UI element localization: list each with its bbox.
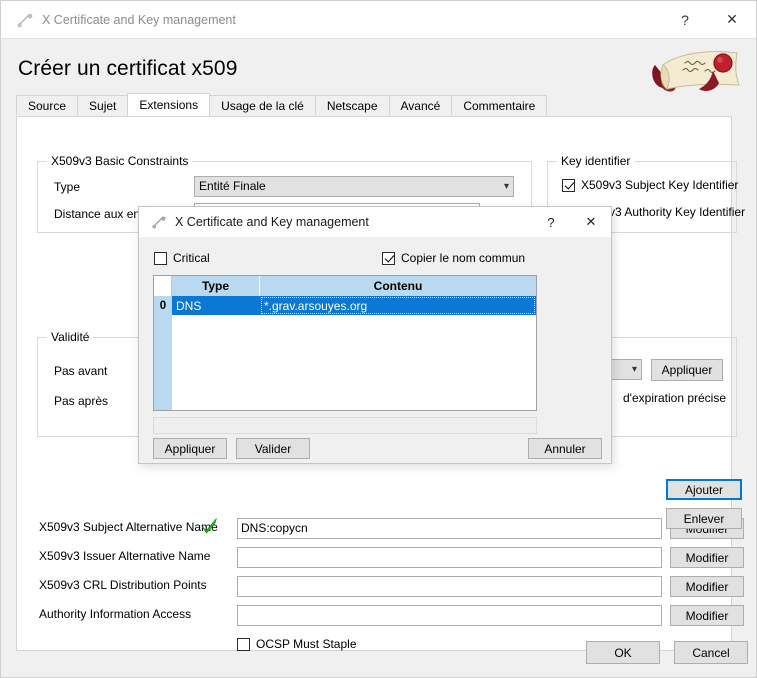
aia-label: Authority Information Access [39, 607, 192, 621]
table-corner-header [154, 276, 172, 296]
tab-extensions[interactable]: Extensions [127, 93, 211, 116]
table-cell-type[interactable] [172, 315, 260, 334]
key-feather-icon [151, 214, 167, 230]
crl-input[interactable] [237, 576, 662, 597]
group-basic-constraints-title: X509v3 Basic Constraints [47, 154, 193, 168]
table-row[interactable]: 0 DNS *.grav.arsouyes.org [154, 296, 536, 315]
modal-copy-common-name-checkbox[interactable]: Copier le nom commun [382, 251, 525, 265]
ian-label: X509v3 Issuer Alternative Name [39, 549, 211, 563]
san-label: X509v3 Subject Alternative Name [39, 520, 218, 534]
aia-modify-button[interactable]: Modifier [670, 605, 744, 626]
table-row-index: 0 [154, 296, 172, 315]
tab-sujet[interactable]: Sujet [77, 95, 129, 115]
table-cell-type[interactable] [172, 372, 260, 391]
ok-button[interactable]: OK [586, 641, 660, 664]
crl-label: X509v3 CRL Distribution Points [39, 578, 207, 592]
table-row-empty[interactable] [154, 315, 536, 334]
cancel-button[interactable]: Cancel [674, 641, 748, 664]
table-cell-type[interactable]: DNS [172, 296, 260, 315]
table-row-index [154, 315, 172, 334]
crl-modify-button[interactable]: Modifier [670, 576, 744, 597]
modal-apply-button[interactable]: Appliquer [153, 438, 227, 459]
tab-source[interactable]: Source [16, 95, 79, 115]
tab-strip: Source Sujet Extensions Usage de la clé … [16, 93, 732, 116]
table-header-contenu[interactable]: Contenu [260, 276, 536, 296]
table-row-empty[interactable] [154, 353, 536, 372]
modal-add-button[interactable]: Ajouter [666, 479, 742, 500]
window-titlebar: X Certificate and Key management ? ✕ [1, 1, 756, 38]
ian-input[interactable] [237, 547, 662, 568]
table-cell-contenu[interactable] [260, 372, 536, 391]
aia-input[interactable] [237, 605, 662, 626]
modal-help-button[interactable]: ? [531, 207, 571, 238]
table-row-index [154, 353, 172, 372]
table-row-empty[interactable] [154, 334, 536, 353]
table-header-row: Type Contenu [154, 276, 536, 296]
modal-remove-button[interactable]: Enlever [666, 508, 742, 529]
tab-avance[interactable]: Avancé [388, 95, 453, 115]
window-close-button[interactable]: ✕ [708, 1, 756, 38]
modal-status-bar [153, 417, 537, 434]
tab-netscape[interactable]: Netscape [314, 95, 390, 115]
modal-critical-checkbox[interactable]: Critical [154, 251, 210, 265]
validity-not-before-label: Pas avant [54, 364, 108, 378]
checkbox-icon [562, 178, 575, 192]
table-cell-contenu[interactable]: *.grav.arsouyes.org [260, 296, 536, 315]
table-row-empty[interactable] [154, 391, 536, 410]
alternative-name-table[interactable]: Type Contenu 0 DNS *.grav.arsouyes.org [153, 275, 537, 411]
window-title: X Certificate and Key management [42, 12, 236, 27]
basic-constraints-type-value: Entité Finale [199, 179, 266, 193]
validity-not-after-label: Pas après [54, 394, 109, 408]
modal-titlebar: X Certificate and Key management ? ✕ [139, 207, 611, 238]
modal-cancel-button[interactable]: Annuler [528, 438, 602, 459]
table-cell-contenu[interactable] [260, 391, 536, 410]
table-cell-contenu[interactable] [260, 315, 536, 334]
basic-constraints-type-label: Type [54, 180, 81, 194]
table-cell-contenu[interactable] [260, 353, 536, 372]
window-help-button[interactable]: ? [662, 1, 708, 38]
group-validity-title: Validité [47, 330, 94, 344]
table-cell-type[interactable] [172, 391, 260, 410]
table-row-index [154, 391, 172, 410]
certificate-scroll-logo [649, 45, 745, 95]
table-row-index [154, 334, 172, 353]
tab-commentaire[interactable]: Commentaire [451, 95, 548, 115]
modal-validate-button[interactable]: Valider [236, 438, 310, 459]
modal-window-controls: ? ✕ [531, 207, 611, 238]
modal-critical-label: Critical [173, 251, 210, 265]
checkbox-icon [382, 251, 395, 265]
modal-dialog-subject-alternative-name: X Certificate and Key management ? ✕ Cri… [138, 206, 742, 529]
tab-usage-de-la-cle[interactable]: Usage de la clé [209, 95, 316, 115]
chevron-down-icon: ▾ [631, 364, 637, 375]
table-row-index [154, 372, 172, 391]
validity-apply-button[interactable]: Appliquer [651, 359, 723, 381]
ian-modify-button[interactable]: Modifier [670, 547, 744, 568]
validity-midnight-label: d'expiration précise [623, 391, 727, 405]
table-header-type[interactable]: Type [172, 276, 260, 296]
key-feather-icon [16, 11, 34, 29]
modal-close-button[interactable]: ✕ [571, 207, 611, 238]
san-input[interactable]: DNS:copycn [237, 518, 662, 539]
table-cell-type[interactable] [172, 353, 260, 372]
subject-key-identifier-label: X509v3 Subject Key Identifier [581, 178, 739, 192]
basic-constraints-type-select[interactable]: Entité Finale ▾ [194, 176, 514, 197]
table-cell-type[interactable] [172, 334, 260, 353]
dialog-footer: OK Cancel [2, 632, 755, 676]
page-title: Créer un certificat x509 [18, 57, 238, 80]
modal-copy-common-name-label: Copier le nom commun [401, 251, 526, 265]
san-valid-check-icon [199, 516, 219, 536]
modal-title: X Certificate and Key management [175, 215, 369, 229]
validity-range-select[interactable]: ▾ [610, 359, 642, 380]
checkbox-icon [154, 251, 167, 265]
subject-key-identifier-checkbox[interactable]: X509v3 Subject Key Identifier [562, 178, 738, 192]
chevron-down-icon: ▾ [503, 181, 509, 192]
table-cell-contenu[interactable] [260, 334, 536, 353]
group-key-identifier-title: Key identifier [557, 154, 635, 168]
table-row-empty[interactable] [154, 372, 536, 391]
window-controls: ? ✕ [662, 1, 756, 38]
